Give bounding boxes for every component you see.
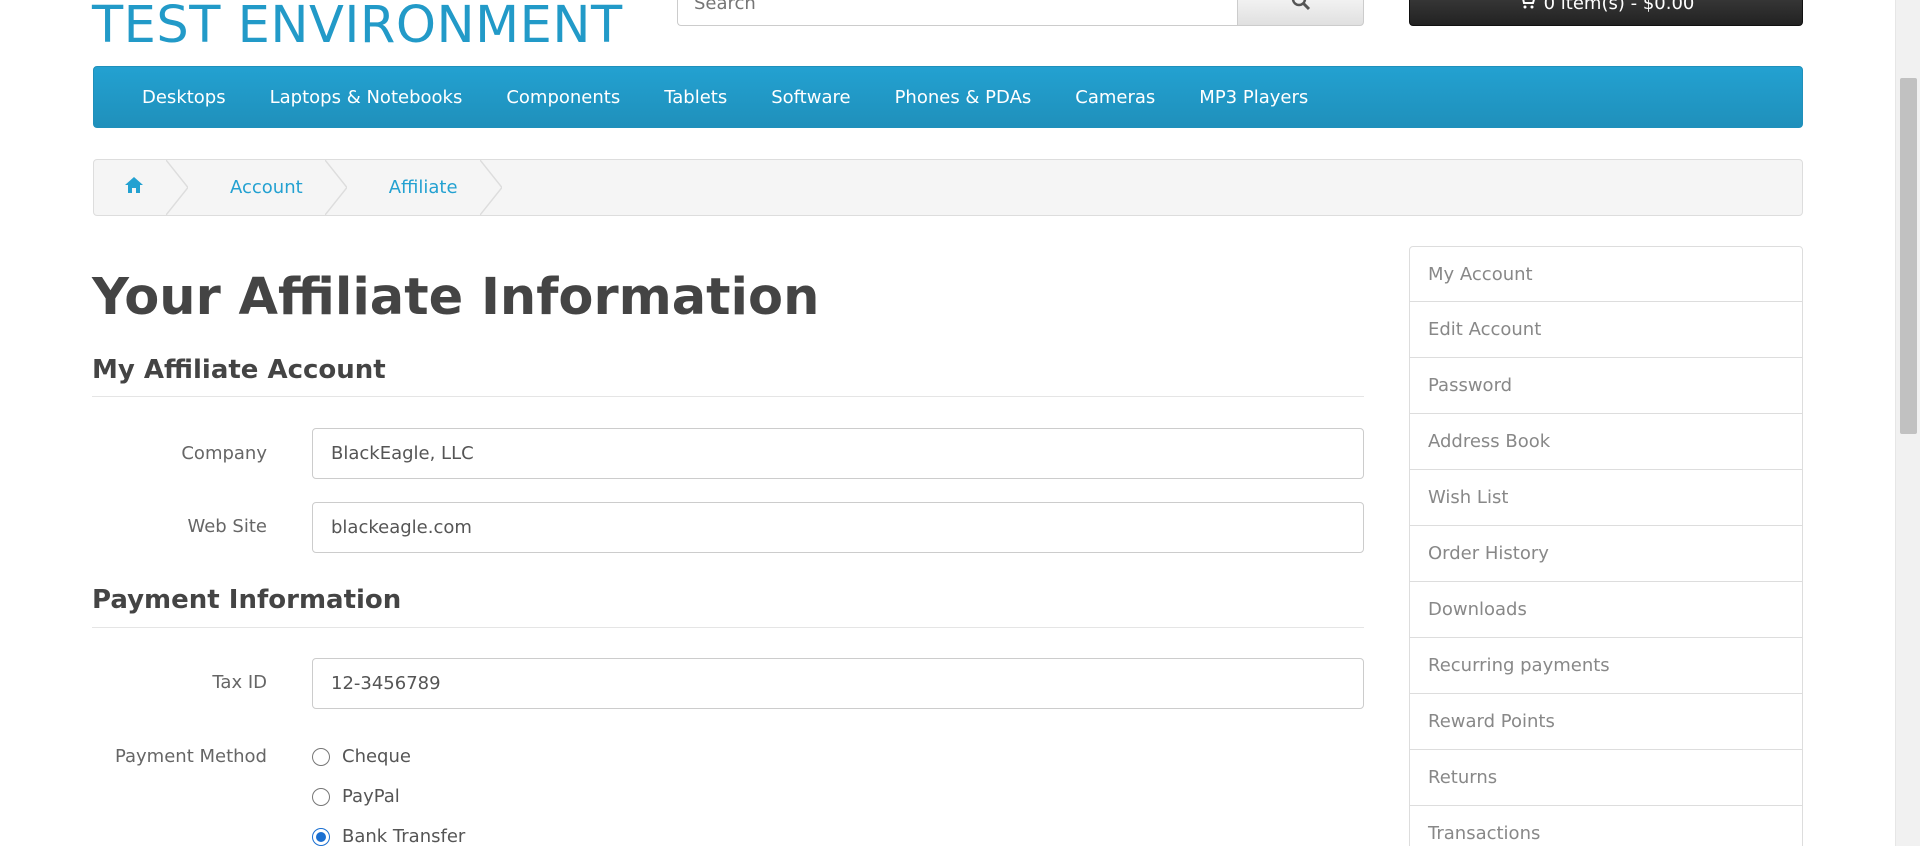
radio-label: Bank Transfer [342,826,466,846]
sidebar-item-transactions[interactable]: Transactions [1409,806,1803,846]
nav-item-desktops[interactable]: Desktops [120,87,248,108]
breadcrumb-account-label: Account [230,177,303,198]
nav-item-phones-pdas[interactable]: Phones & PDAs [873,87,1054,108]
search-input[interactable] [677,0,1237,26]
sidebar-item-password[interactable]: Password [1409,358,1803,414]
breadcrumb-affiliate-label: Affiliate [388,177,458,198]
sidebar-item-order-history[interactable]: Order History [1409,526,1803,582]
radio-label: PayPal [342,786,400,807]
home-icon [124,176,144,199]
breadcrumb-separator [166,160,188,215]
search-icon [1291,0,1311,15]
sidebar-item-address-book[interactable]: Address Book [1409,414,1803,470]
breadcrumb-separator [324,160,347,215]
section-divider [92,396,1364,397]
tax-id-field[interactable] [312,658,1364,709]
nav-item-cameras[interactable]: Cameras [1053,87,1177,108]
website-field[interactable] [312,502,1364,553]
main-nav: Desktops Laptops & Notebooks Components … [93,66,1803,128]
sidebar-item-my-account[interactable]: My Account [1409,246,1803,302]
search-button[interactable] [1237,0,1364,26]
nav-item-laptops-notebooks[interactable]: Laptops & Notebooks [248,87,485,108]
radio-button[interactable] [312,747,330,766]
sidebar-item-downloads[interactable]: Downloads [1409,582,1803,638]
page-scrollbar[interactable] [1895,0,1920,846]
website-label: Web Site [187,516,267,537]
cart-label: 0 item(s) - $0.00 [1543,0,1695,14]
page: TEST ENVIRONMENT 0 item(s) - $0.00 Deskt… [0,0,1920,846]
nav-item-tablets[interactable]: Tablets [642,87,749,108]
store-logo[interactable]: TEST ENVIRONMENT [92,0,623,55]
cart-button[interactable]: 0 item(s) - $0.00 [1409,0,1803,26]
breadcrumb-affiliate[interactable]: Affiliate [347,160,502,215]
nav-item-components[interactable]: Components [484,87,642,108]
payment-method-bank-transfer[interactable]: Bank Transfer [312,826,465,846]
sidebar-item-edit-account[interactable]: Edit Account [1409,302,1803,358]
tax-id-label: Tax ID [212,672,267,693]
section-divider [92,627,1364,628]
nav-item-software[interactable]: Software [749,87,872,108]
payment-method-cheque[interactable]: Cheque [312,746,411,767]
account-sidebar: My Account Edit Account Password Address… [1409,246,1803,846]
radio-button[interactable] [312,787,330,806]
section-title-payment-information: Payment Information [92,585,402,615]
radio-label: Cheque [342,746,411,767]
breadcrumb: Account Affiliate [93,159,1803,216]
company-field[interactable] [312,428,1364,479]
nav-item-mp3-players[interactable]: MP3 Players [1177,87,1330,108]
section-title-affiliate-account: My Affiliate Account [92,355,386,385]
sidebar-item-recurring-payments[interactable]: Recurring payments [1409,638,1803,694]
payment-method-paypal[interactable]: PayPal [312,786,400,807]
search-bar [677,0,1364,26]
shopping-cart-icon [1518,0,1536,14]
payment-method-label: Payment Method [114,746,267,767]
sidebar-item-returns[interactable]: Returns [1409,750,1803,806]
page-title: Your Affiliate Information [92,268,820,327]
scrollbar-thumb[interactable] [1900,78,1917,434]
company-label: Company [181,443,267,464]
breadcrumb-home[interactable] [94,160,188,215]
sidebar-item-reward-points[interactable]: Reward Points [1409,694,1803,750]
breadcrumb-separator [479,160,502,215]
breadcrumb-account[interactable]: Account [188,160,347,215]
radio-button[interactable] [312,827,330,846]
sidebar-item-wish-list[interactable]: Wish List [1409,470,1803,526]
